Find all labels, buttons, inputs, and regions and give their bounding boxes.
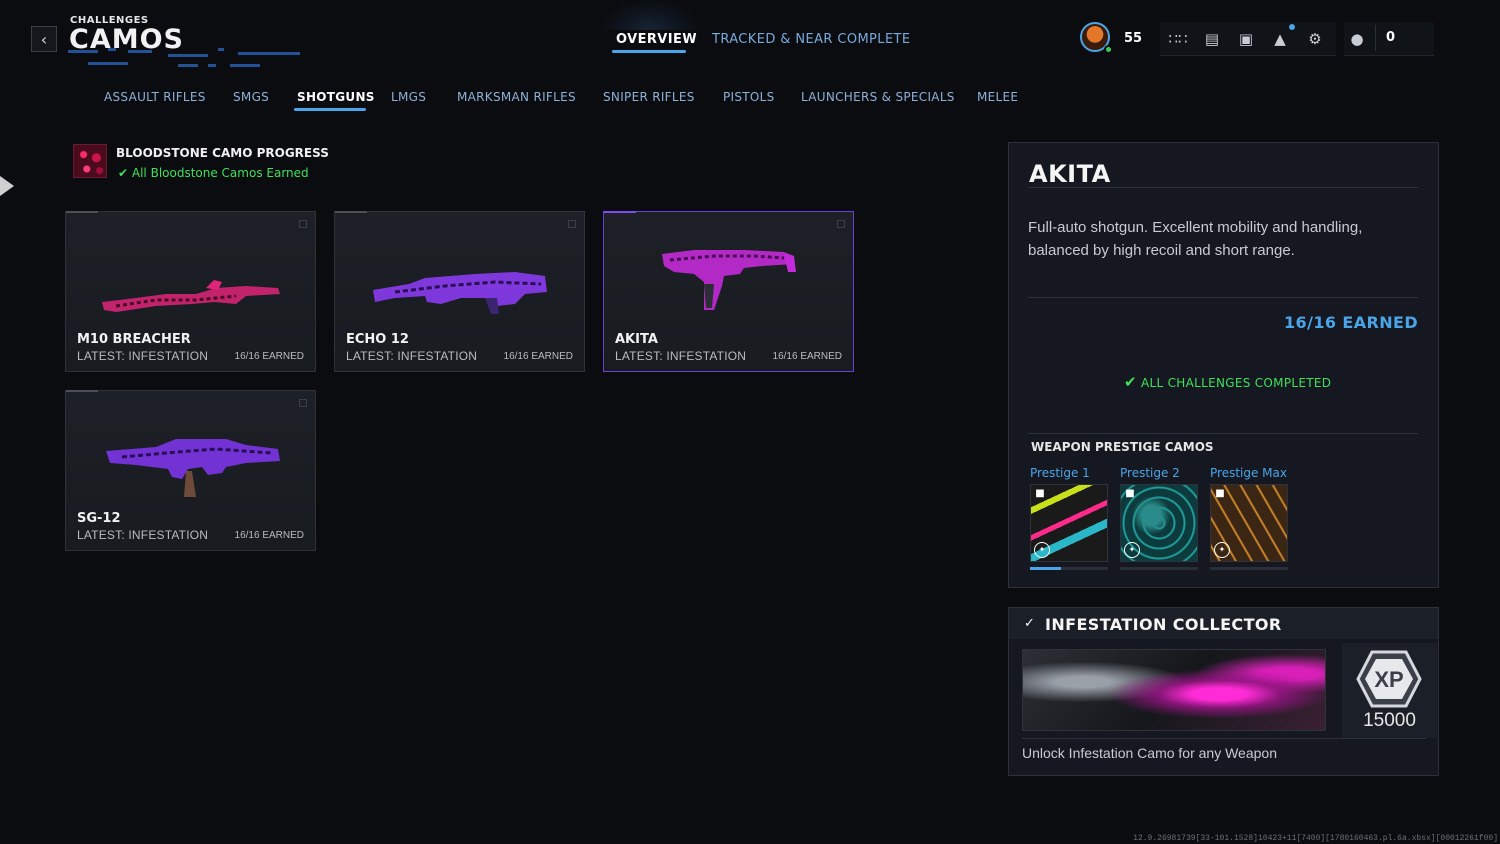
tab-overview[interactable]: OVERVIEW: [616, 32, 697, 47]
gear-icon[interactable]: ⚙: [1304, 28, 1326, 50]
title-glitch-decoration: [68, 48, 308, 70]
challenges-complete-status: ✔ ALL CHALLENGES COMPLETED: [1124, 373, 1332, 391]
header-separator: [1375, 25, 1376, 51]
detail-weapon-description: Full-auto shotgun. Excellent mobility an…: [1028, 219, 1363, 259]
back-button[interactable]: ‹: [31, 26, 57, 52]
detail-weapon-title: AKITA: [1029, 160, 1111, 188]
lock-icon: ■: [1035, 488, 1045, 499]
card-progress-bar: [604, 211, 636, 213]
detail-earned-count: 16/16 EARNED: [1284, 313, 1418, 332]
prestige-2-camo[interactable]: ■ ✦: [1120, 484, 1198, 562]
category-tab-launchers-specials[interactable]: LAUNCHERS & SPECIALS: [801, 90, 955, 104]
bloodstone-camo-icon: [73, 144, 107, 178]
unlock-icon[interactable]: ▤: [1201, 28, 1223, 50]
weapon-earned-count: 16/16 EARNED: [503, 351, 573, 362]
checkmark-icon: ✔: [118, 166, 129, 180]
divider: [1022, 738, 1426, 739]
weapon-card-m10-breacher[interactable]: M10 BREACHER LATEST: INFESTATION 16/16 E…: [65, 211, 316, 372]
category-tab-smgs[interactable]: SMGS: [233, 90, 269, 104]
checkmark-icon: ✔: [1124, 373, 1137, 391]
prestige-camos-heading: WEAPON PRESTIGE CAMOS: [1031, 440, 1214, 454]
prestige-badge-icon: ✦: [1124, 542, 1140, 558]
reward-title: INFESTATION COLLECTOR: [1045, 615, 1282, 634]
prestige-1-progress-fill: [1030, 567, 1062, 570]
notification-dot: [1289, 24, 1295, 30]
weapon-name: ECHO 12: [346, 332, 409, 347]
akita-weapon-image: [662, 250, 796, 310]
lock-icon: ■: [1215, 488, 1225, 499]
tab-overview-underline: [612, 50, 686, 53]
weapon-card-echo-12[interactable]: ECHO 12 LATEST: INFESTATION 16/16 EARNED: [334, 211, 585, 372]
category-tab-sniper-rifles[interactable]: SNIPER RIFLES: [603, 90, 695, 104]
weapon-name: M10 BREACHER: [77, 332, 191, 347]
prestige-1-progress-bar: [1030, 567, 1108, 570]
weapon-card-sg-12[interactable]: SG-12 LATEST: INFESTATION 16/16 EARNED: [65, 390, 316, 551]
store-icon[interactable]: ▣: [1235, 28, 1257, 50]
m10-breacher-weapon-image: [102, 280, 280, 312]
apps-grid-icon[interactable]: ∷∷: [1167, 28, 1189, 50]
category-tab-marksman-rifles[interactable]: MARKSMAN RIFLES: [457, 90, 576, 104]
chevron-left-icon: ‹: [40, 29, 48, 49]
infestation-camo-image: [1022, 649, 1326, 731]
weapon-earned-count: 16/16 EARNED: [772, 351, 842, 362]
prestige-max-progress-bar: [1210, 567, 1288, 570]
xp-reward-value: 15000: [1363, 710, 1416, 731]
mouse-cursor-icon: [0, 176, 14, 196]
prestige-1-camo[interactable]: ■ ✦: [1030, 484, 1108, 562]
overview-tab-glow: [600, 0, 700, 30]
category-tab-melee[interactable]: MELEE: [977, 90, 1018, 104]
prestige-2-progress-bar: [1120, 567, 1198, 570]
prestige-2-label: Prestige 2: [1120, 466, 1180, 480]
prestige-max-camo[interactable]: ■ ✦: [1210, 484, 1288, 562]
prestige-badge-icon: ✦: [1034, 542, 1050, 558]
prestige-1-label: Prestige 1: [1030, 466, 1090, 480]
category-tab-pistols[interactable]: PISTOLS: [723, 90, 775, 104]
player-level: 55: [1124, 31, 1143, 46]
weapon-card-akita[interactable]: AKITA LATEST: INFESTATION 16/16 EARNED: [603, 211, 854, 372]
weapon-latest-camo: LATEST: INFESTATION: [77, 349, 209, 363]
card-corner-icon: [299, 399, 307, 407]
prestige-badge-icon: ✦: [1214, 542, 1230, 558]
bloodstone-progress-title: BLOODSTONE CAMO PROGRESS: [116, 146, 329, 160]
tab-tracked-near-complete[interactable]: TRACKED & NEAR COMPLETE: [712, 32, 911, 47]
sg-12-weapon-image: [106, 439, 280, 497]
currency-count: 0: [1386, 30, 1396, 45]
category-tab-underline: [294, 108, 366, 111]
divider: [1028, 297, 1418, 298]
lock-icon: ■: [1125, 488, 1135, 499]
category-tab-assault-rifles[interactable]: ASSAULT RIFLES: [104, 90, 206, 104]
weapon-name: SG-12: [77, 511, 121, 526]
online-status-dot: [1104, 45, 1113, 54]
social-icon[interactable]: ●: [1346, 28, 1368, 50]
category-tab-shotguns[interactable]: SHOTGUNS: [297, 90, 375, 104]
card-progress-bar: [66, 211, 98, 213]
weapon-latest-camo: LATEST: INFESTATION: [77, 528, 209, 542]
weapon-earned-count: 16/16 EARNED: [234, 351, 304, 362]
weapon-earned-count: 16/16 EARNED: [234, 530, 304, 541]
weapon-name: AKITA: [615, 332, 658, 347]
prestige-max-label: Prestige Max: [1210, 466, 1287, 480]
card-progress-bar: [66, 390, 98, 392]
card-corner-icon: [837, 220, 845, 228]
checkmark-icon: ✓: [1024, 616, 1035, 631]
divider: [1028, 187, 1418, 188]
card-corner-icon: [568, 220, 576, 228]
weapon-latest-camo: LATEST: INFESTATION: [615, 349, 747, 363]
card-corner-icon: [299, 220, 307, 228]
weapon-latest-camo: LATEST: INFESTATION: [346, 349, 478, 363]
bloodstone-progress-status: ✔ All Bloodstone Camos Earned: [118, 166, 309, 180]
reward-description: Unlock Infestation Camo for any Weapon: [1022, 745, 1277, 761]
echo-12-weapon-image: [373, 272, 547, 314]
card-progress-bar: [335, 211, 367, 213]
category-tab-lmgs[interactable]: LMGS: [391, 90, 426, 104]
xp-hexagon-icon: XP: [1356, 650, 1422, 708]
build-version-text: 12.9.26981739[33-101.1528]10423+11[7400]…: [1133, 834, 1498, 843]
divider: [1028, 433, 1418, 434]
xp-label: XP: [1374, 667, 1403, 692]
bell-icon[interactable]: ▲: [1269, 28, 1291, 50]
